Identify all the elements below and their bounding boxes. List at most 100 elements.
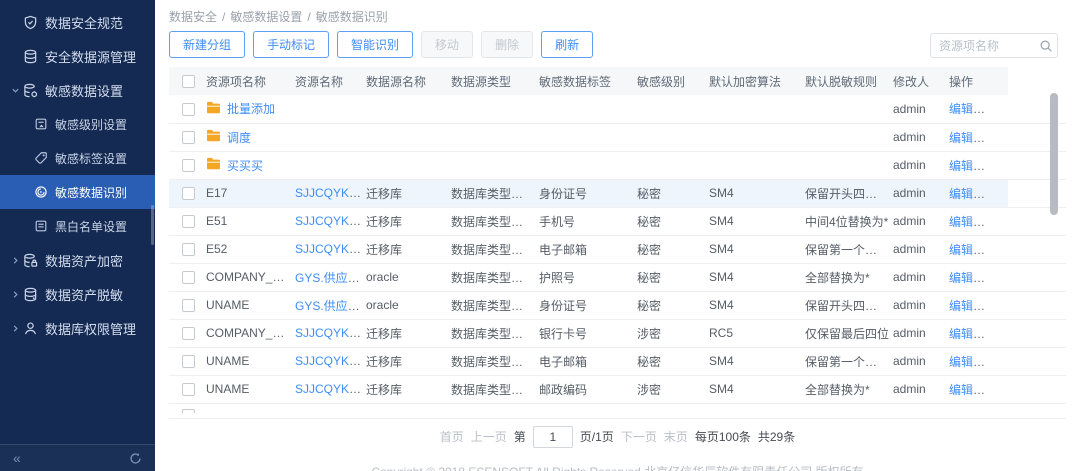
- delete-link[interactable]: 删除: [987, 271, 1007, 285]
- resource-link[interactable]: GYS.供应商列表: [295, 271, 366, 285]
- resource-link[interactable]: SJJCQYK.TABLE2: [295, 354, 366, 368]
- sidebar-item-db-permission-mgmt[interactable]: 数据库权限管理: [0, 311, 155, 345]
- row-checkbox-cell: [169, 263, 206, 291]
- sidebar-item-sensitive-tag-settings[interactable]: 敏感标签设置: [0, 141, 155, 175]
- resource-link[interactable]: SJJCQYK.TABLE2: [295, 326, 366, 340]
- resource-link[interactable]: SJJCQYK.ZDSY...: [295, 214, 366, 228]
- cell-sensitive-tag: 护照号: [539, 263, 637, 291]
- resource-link[interactable]: GYS.供应商列表: [295, 299, 366, 313]
- cell-datasource: [366, 123, 451, 151]
- delete-link[interactable]: 删除: [987, 355, 1007, 369]
- sidebar-item-label: 数据资产脱敏: [45, 285, 123, 304]
- edit-link[interactable]: 编辑: [949, 271, 973, 285]
- sidebar-item-data-asset-mask[interactable]: 数据资产脱敏: [0, 277, 155, 311]
- resource-link[interactable]: SJJCQYK.TABLE3: [295, 382, 366, 396]
- edit-link[interactable]: 编辑: [949, 187, 973, 201]
- pagination-prev[interactable]: 上一页: [471, 428, 507, 445]
- breadcrumb-item[interactable]: 敏感数据设置: [230, 8, 302, 25]
- resource-link[interactable]: SJJCQYK.ZDSY...: [295, 186, 366, 200]
- edit-link[interactable]: 编辑: [949, 243, 973, 257]
- cell-name: E51: [206, 207, 295, 235]
- row-checkbox[interactable]: [182, 383, 195, 396]
- delete-button[interactable]: 删除: [481, 31, 533, 58]
- refresh-button[interactable]: 刷新: [541, 31, 593, 58]
- cell-modifier: admin: [893, 375, 949, 403]
- search-input[interactable]: [931, 39, 1035, 53]
- row-checkbox[interactable]: [182, 271, 195, 284]
- delete-link[interactable]: 删除: [987, 383, 1007, 397]
- manual-mark-button[interactable]: 手动标记: [253, 31, 329, 58]
- edit-link[interactable]: 编辑: [949, 159, 973, 173]
- cell-operations: 编辑删除: [949, 207, 1008, 235]
- delete-link[interactable]: 删除: [987, 215, 1007, 229]
- row-checkbox[interactable]: [182, 159, 195, 172]
- pagination-last[interactable]: 末页: [664, 428, 688, 445]
- partial-row-checkbox-cell: [169, 403, 1066, 418]
- edit-link[interactable]: 编辑: [949, 327, 973, 341]
- breadcrumb-item[interactable]: 数据安全: [169, 8, 217, 25]
- folder-link[interactable]: 买买买: [227, 157, 263, 174]
- pagination-first[interactable]: 首页: [440, 428, 464, 445]
- resource-link[interactable]: SJJCQYK.ZDSY...: [295, 242, 366, 256]
- search-icon[interactable]: [1035, 39, 1057, 53]
- delete-link[interactable]: 删除: [987, 102, 1007, 116]
- move-button[interactable]: 移动: [421, 31, 473, 58]
- row-checkbox[interactable]: [182, 355, 195, 368]
- chevron-right-icon: [9, 324, 22, 333]
- new-group-button[interactable]: 新建分组: [169, 31, 245, 58]
- folder-link[interactable]: 批量添加: [227, 100, 275, 117]
- sidebar-item-data-asset-encrypt[interactable]: 数据资产加密: [0, 243, 155, 277]
- cell-encrypt-algorithm: RC5: [709, 319, 805, 347]
- edit-link[interactable]: 编辑: [949, 131, 973, 145]
- cell-operations: 编辑删除: [949, 151, 1008, 179]
- row-checkbox[interactable]: [182, 103, 195, 116]
- pagination: 首页 上一页 第 页/1页 下一页 末页 每页100条 共29条: [169, 426, 1066, 448]
- row-checkbox[interactable]: [182, 299, 195, 312]
- row-checkbox[interactable]: [182, 131, 195, 144]
- select-all-checkbox[interactable]: [182, 75, 195, 88]
- row-checkbox[interactable]: [182, 327, 195, 340]
- edit-link[interactable]: 编辑: [949, 355, 973, 369]
- collapse-sidebar-icon[interactable]: «: [13, 450, 21, 466]
- delete-link[interactable]: 删除: [987, 327, 1007, 341]
- delete-link[interactable]: 删除: [987, 243, 1007, 257]
- delete-link[interactable]: 删除: [987, 299, 1007, 313]
- row-checkbox[interactable]: [182, 215, 195, 228]
- delete-link[interactable]: 删除: [987, 159, 1007, 173]
- delete-link[interactable]: 删除: [987, 187, 1007, 201]
- cell-encrypt-algorithm: SM4: [709, 179, 805, 207]
- row-checkbox-cell: [169, 207, 206, 235]
- sidebar-item-label: 敏感数据识别: [55, 184, 127, 201]
- column-header: 操作: [949, 67, 1008, 95]
- row-checkbox[interactable]: [182, 409, 195, 413]
- cell-modifier: admin: [893, 235, 949, 263]
- folder-link[interactable]: 调度: [227, 129, 251, 146]
- cell-sensitive-level: [637, 123, 709, 151]
- sidebar-item-data-security-spec[interactable]: 数据安全规范: [0, 5, 155, 39]
- sidebar-item-label: 安全数据源管理: [45, 47, 136, 66]
- cell-datasource-type: 数据库类型元数据: [451, 347, 539, 375]
- table-scrollbar[interactable]: [1050, 93, 1058, 215]
- pagination-next[interactable]: 下一页: [621, 428, 657, 445]
- row-checkbox[interactable]: [182, 243, 195, 256]
- delete-link[interactable]: 删除: [987, 131, 1007, 145]
- sidebar-item-sensitive-level-settings[interactable]: 敏感级别设置: [0, 107, 155, 141]
- cell-name: COMPANY_AGE: [206, 319, 295, 347]
- sidebar-item-sensitive-data-settings[interactable]: 敏感数据设置: [0, 73, 155, 107]
- cell-encrypt-algorithm: [709, 151, 805, 179]
- edit-link[interactable]: 编辑: [949, 383, 973, 397]
- edit-link[interactable]: 编辑: [949, 215, 973, 229]
- sidebar-scrollbar[interactable]: [151, 205, 154, 245]
- edit-link[interactable]: 编辑: [949, 102, 973, 116]
- smart-identify-button[interactable]: 智能识别: [337, 31, 413, 58]
- page-number-input[interactable]: [533, 426, 573, 448]
- row-checkbox[interactable]: [182, 187, 195, 200]
- shield-icon: [22, 14, 38, 30]
- sidebar-item-label: 数据库权限管理: [45, 319, 136, 338]
- sidebar-item-sensitive-data-identify[interactable]: 敏感数据识别: [0, 175, 155, 209]
- refresh-icon[interactable]: [129, 452, 142, 465]
- sidebar-item-secure-datasource-mgmt[interactable]: 安全数据源管理: [0, 39, 155, 73]
- folder-icon: [206, 129, 221, 145]
- sidebar-item-blackwhite-list-settings[interactable]: 黑白名单设置: [0, 209, 155, 243]
- edit-link[interactable]: 编辑: [949, 299, 973, 313]
